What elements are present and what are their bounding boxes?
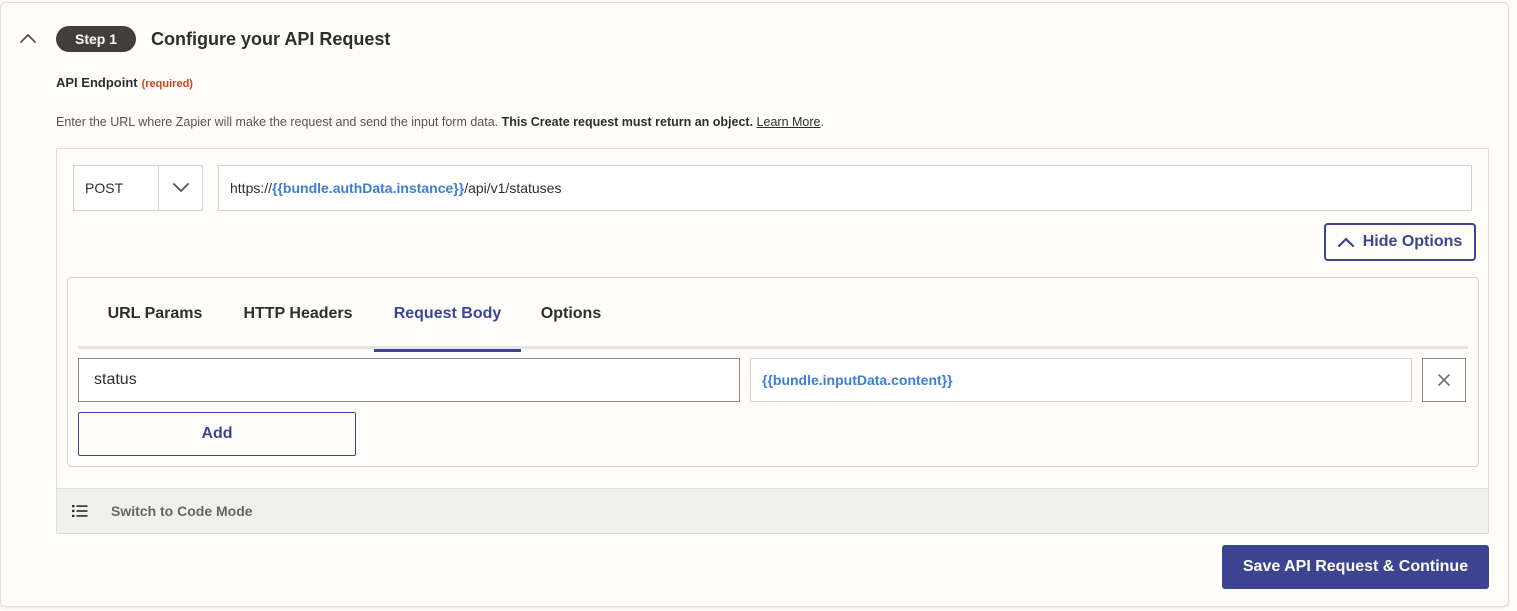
step-card: Step 1 Configure your API Request API En… — [0, 2, 1509, 607]
hide-options-label: Hide Options — [1362, 233, 1463, 250]
method-value: POST — [85, 180, 124, 196]
method-dropdown-toggle[interactable] — [158, 166, 202, 210]
method-select[interactable]: POST — [73, 165, 203, 211]
body-key-input[interactable]: status — [78, 358, 740, 402]
close-icon — [1438, 374, 1450, 386]
api-endpoint-label: API Endpoint (required) — [56, 74, 193, 93]
help-text: Enter the URL where Zapier will make the… — [56, 115, 502, 129]
required-indicator: (required) — [141, 78, 193, 90]
collapse-step-button[interactable] — [17, 27, 39, 49]
api-endpoint-help: Enter the URL where Zapier will make the… — [56, 114, 824, 130]
learn-more-link[interactable]: Learn More — [757, 115, 821, 129]
url-token: {{bundle.authData.instance}} — [272, 180, 465, 196]
code-mode-label: Switch to Code Mode — [111, 503, 253, 519]
hide-options-button[interactable]: Hide Options — [1324, 223, 1476, 261]
add-row-button[interactable]: Add — [78, 412, 356, 456]
endpoint-panel: POST https://{{bundle.authData.instance}… — [56, 148, 1489, 534]
list-icon — [72, 505, 88, 517]
body-value-input[interactable]: {{bundle.inputData.content}} — [750, 358, 1412, 402]
tab-request-body[interactable]: Request Body — [374, 278, 521, 352]
request-options-box: URL Params HTTP Headers Request Body Opt… — [67, 277, 1479, 467]
chevron-up-icon — [1337, 237, 1354, 247]
tab-options[interactable]: Options — [521, 278, 621, 349]
url-input[interactable]: https://{{bundle.authData.instance}}/api… — [218, 165, 1472, 211]
url-suffix: /api/v1/statuses — [464, 180, 562, 196]
remove-row-button[interactable] — [1422, 358, 1466, 402]
step-badge: Step 1 — [56, 26, 136, 52]
api-endpoint-label-text: API Endpoint — [56, 75, 138, 90]
tab-http-headers[interactable]: HTTP Headers — [223, 278, 373, 349]
options-tabs: URL Params HTTP Headers Request Body Opt… — [78, 278, 1468, 352]
help-bold-text: This Create request must return an objec… — [501, 115, 754, 129]
url-prefix: https:// — [230, 180, 273, 196]
step-title: Configure your API Request — [151, 29, 391, 49]
help-end: . — [820, 115, 824, 129]
tab-url-params[interactable]: URL Params — [88, 278, 222, 349]
switch-to-code-mode-button[interactable]: Switch to Code Mode — [57, 488, 1488, 533]
chevron-up-icon — [20, 34, 36, 43]
chevron-down-icon — [172, 183, 189, 192]
save-and-continue-button[interactable]: Save API Request & Continue — [1222, 545, 1489, 589]
